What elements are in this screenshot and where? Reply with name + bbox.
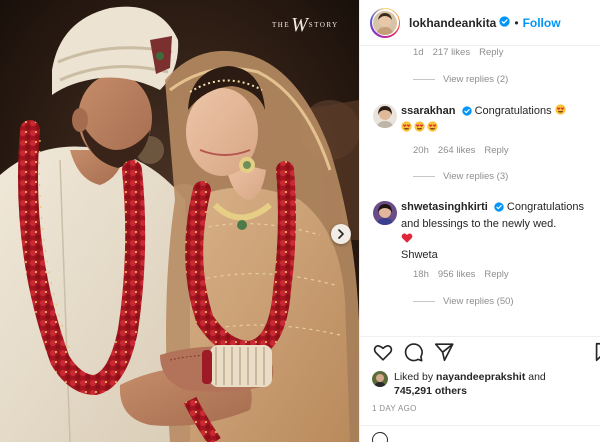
commenter-avatar[interactable] [373,201,397,225]
commenter-username[interactable]: shwetasinghkirti [401,201,488,213]
follow-button[interactable]: Follow [523,16,561,30]
reply-button[interactable]: Reply [484,145,508,156]
heart-eyes-emoji [401,121,412,132]
post-sidebar: lokhandeankita • Follow 1d 217 likes Rep… [359,0,600,442]
avatar-image [373,10,397,35]
likes-text: Liked by nayandeeprakshit and 745,291 ot… [394,370,599,398]
paper-plane-icon[interactable] [433,341,455,363]
watermark-logo-mark: W [291,14,308,36]
comment-meta: 20h 264 likes Reply [413,145,509,156]
heart-outline-icon[interactable] [372,341,394,363]
view-replies-button[interactable]: View replies (2) [413,74,508,85]
watermark-suffix: STORY [308,21,339,29]
post-media[interactable]: THEWSTORY [0,0,359,442]
likes-prefix: Liked by [394,371,434,383]
comment-meta: 1d 217 likes Reply [413,47,503,58]
comment-signature: Shweta [401,249,438,261]
comments-list: 1d 217 likes Reply View replies (2) ssar… [360,46,600,336]
verified-badge-icon [494,202,504,217]
comment-likes[interactable]: 264 likes [438,145,476,156]
view-replies-button[interactable]: View replies (3) [413,171,508,182]
likes-count[interactable]: 745,291 others [394,385,467,397]
comment-text: ssarakhan Congratulations [401,104,597,136]
next-photo-button[interactable] [331,224,351,244]
replies-divider [413,301,435,302]
verified-badge-icon [461,106,472,121]
heart-eyes-emoji-group [555,104,568,117]
watermark-prefix: THE [272,21,291,29]
view-replies-label: View replies (3) [443,171,509,182]
replies-divider [413,79,435,80]
view-replies-label: View replies (50) [443,296,514,307]
red-heart-emoji [401,233,413,243]
comment-icon[interactable] [402,341,424,363]
avatar-image [372,371,388,387]
emoji-picker-icon[interactable] [372,432,388,442]
commenter-username[interactable]: ssarakhan [401,105,455,117]
comment-likes[interactable]: 217 likes [433,47,471,58]
heart-eyes-emoji [414,121,425,132]
post-timestamp[interactable]: 1 DAY AGO [372,404,417,413]
post-header: lokhandeankita • Follow [360,0,600,46]
replies-divider [413,176,435,177]
author-username[interactable]: lokhandeankita [409,16,496,30]
comment-body-line-1: Congratulations [506,201,584,213]
author-avatar[interactable] [370,7,400,38]
bookmark-icon[interactable] [592,341,600,363]
comment-body: Congratulations [474,105,552,117]
verified-badge-icon [499,14,510,32]
divider [360,425,600,426]
reply-button[interactable]: Reply [484,269,508,280]
heart-eyes-emoji-row [401,121,440,134]
liker-avatar[interactable] [372,371,388,387]
comment-time: 20h [413,145,429,156]
view-replies-label: View replies (2) [443,74,509,85]
comment-text: shwetasinghkirti Congratulations and ble… [401,200,597,263]
comment-meta: 18h 956 likes Reply [413,269,509,280]
photographer-watermark: THEWSTORY [272,14,339,37]
avatar-image [373,104,397,128]
comment-time: 18h [413,269,429,280]
liker-username[interactable]: nayandeeprakshit [436,371,525,383]
chevron-right-icon [338,229,344,239]
avatar-image [373,201,397,225]
reply-button[interactable]: Reply [479,47,503,58]
header-separator: • [514,15,519,30]
post-action-bar [360,336,600,366]
commenter-avatar[interactable] [373,104,397,128]
heart-eyes-emoji [427,121,438,132]
likes-conj: and [528,371,546,383]
heart-eyes-emoji [555,104,566,115]
comment-time: 1d [413,47,424,58]
view-replies-button[interactable]: View replies (50) [413,296,514,307]
comment-body-line-2: and blessings to the newly wed. [401,218,557,230]
comment-likes[interactable]: 956 likes [438,269,476,280]
wedding-photo [0,0,359,442]
